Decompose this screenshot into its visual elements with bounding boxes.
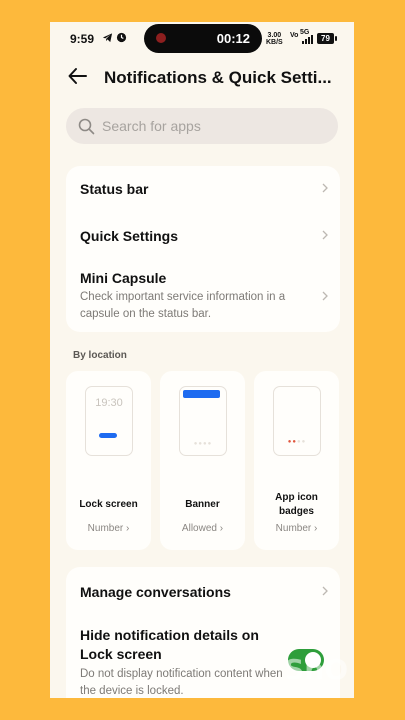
- back-arrow-icon[interactable]: [66, 64, 90, 88]
- tile-label: App icon badges: [275, 492, 318, 517]
- dock-icons: ●●●●: [287, 439, 307, 445]
- chevron-right-icon: [322, 183, 328, 193]
- manage-conversations-label: Manage conversations: [80, 584, 231, 600]
- status-bar-label: Status bar: [80, 181, 149, 197]
- tile-value: Number ›: [87, 523, 130, 534]
- section-label-by-location: By location: [73, 350, 127, 361]
- hide-details-description: Do not display notification content when…: [80, 668, 283, 697]
- battery-icon: 79: [317, 33, 337, 44]
- phone-screen: 9:59 00:12 3.00 KB/S Vo 5G 79 Notificati…: [50, 22, 354, 698]
- tile-label: Banner: [185, 499, 220, 510]
- app-icon-badges-preview: ●●●●: [273, 386, 321, 456]
- search-icon: [78, 118, 95, 135]
- lock-screen-preview: 19:30: [85, 386, 133, 456]
- recording-timer: 00:12: [216, 31, 250, 46]
- chevron-right-icon: [322, 586, 328, 596]
- search-input[interactable]: [102, 108, 322, 144]
- tile-banner[interactable]: ●●●● Banner Allowed ›: [160, 371, 245, 550]
- dock-icons: ●●●●: [193, 441, 213, 447]
- volte-label: Vo: [290, 32, 299, 39]
- network-speed-value: 3.00: [267, 32, 282, 39]
- tile-lock-screen[interactable]: 19:30 Lock screen Number ›: [66, 371, 151, 550]
- mini-capsule-description: Check important service information in a…: [80, 291, 286, 320]
- settings-card: Status bar Quick Settings Mini Capsule C…: [66, 166, 340, 332]
- signal-icon: [302, 35, 314, 47]
- preview-clock: 19:30: [95, 397, 123, 409]
- tile-label: Lock screen: [79, 499, 138, 510]
- quick-settings-label: Quick Settings: [80, 228, 179, 244]
- page-title: Notifications & Quick Setti...: [104, 68, 332, 87]
- search-bar[interactable]: [66, 108, 338, 144]
- network-speed-unit: KB/S: [266, 39, 283, 46]
- moon-clock-icon: [116, 32, 127, 46]
- quick-settings-row[interactable]: Quick Settings: [66, 213, 340, 257]
- status-bar-row[interactable]: Status bar: [66, 166, 340, 210]
- tile-value: Allowed ›: [181, 523, 224, 534]
- notification-pill: [99, 433, 117, 438]
- banner-preview: ●●●●: [179, 386, 227, 456]
- mini-capsule-label: Mini Capsule: [80, 270, 167, 286]
- tile-value-text: Allowed: [181, 523, 217, 534]
- status-time: 9:59: [70, 32, 95, 46]
- record-indicator-icon: [156, 33, 166, 43]
- chevron-right-icon: [322, 230, 328, 240]
- hide-details-label: Hide notification details on Lock screen: [80, 627, 259, 662]
- tile-app-icon-badges[interactable]: ●●●● App icon badges Number ›: [254, 371, 339, 550]
- tile-value-text: Number: [275, 523, 312, 534]
- screen-recording-pill[interactable]: 00:12: [144, 24, 262, 53]
- banner-bar: [183, 390, 220, 398]
- telegram-icon: [102, 32, 113, 46]
- network-speed: 3.00 KB/S: [266, 32, 283, 46]
- tile-value: Number ›: [275, 523, 318, 534]
- mini-capsule-row[interactable]: Mini Capsule Check important service inf…: [66, 260, 340, 330]
- tile-value-text: Number: [87, 523, 124, 534]
- status-bar: 9:59 00:12 3.00 KB/S Vo 5G 79: [50, 22, 354, 56]
- manage-conversations-row[interactable]: Manage conversations: [66, 567, 340, 615]
- chevron-right-icon: [322, 291, 328, 301]
- watermark: ShO: [284, 653, 348, 686]
